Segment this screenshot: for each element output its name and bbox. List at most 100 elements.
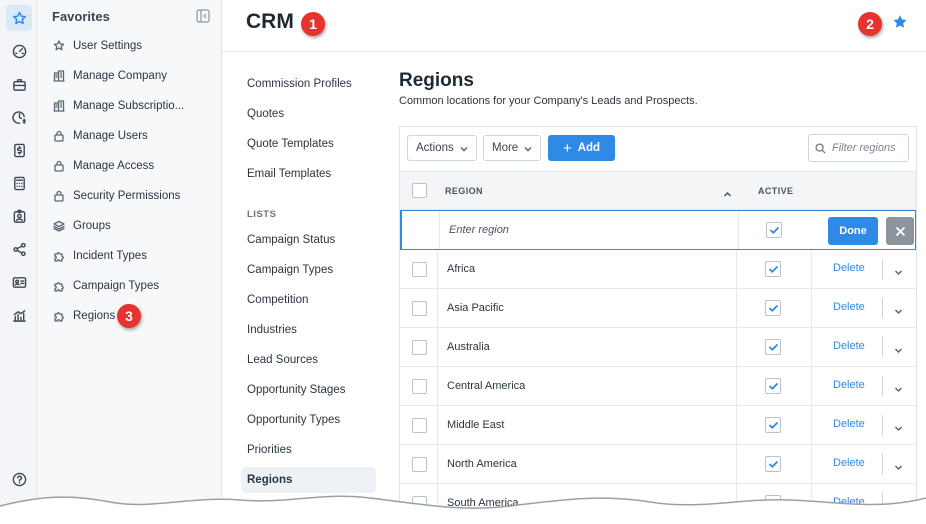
puzzle-icon (52, 250, 65, 263)
dollar-doc-icon[interactable] (6, 137, 32, 163)
id-badge-icon[interactable] (6, 203, 32, 229)
chevron-down-icon[interactable] (894, 303, 903, 315)
nav-item-commission-profiles[interactable]: Commission Profiles (241, 71, 376, 97)
favorite-item-manage-users[interactable]: Manage Users (52, 126, 148, 146)
active-checkbox[interactable] (765, 456, 781, 472)
region-name-cell[interactable]: Middle East (437, 406, 737, 444)
favorite-item-manage-access[interactable]: Manage Access (52, 156, 154, 176)
nav-item-quotes[interactable]: Quotes (241, 101, 376, 127)
analytics-icon[interactable] (6, 302, 32, 328)
nav-section-heading: LISTS (247, 209, 277, 220)
favorite-item-incident-types[interactable]: Incident Types (52, 246, 147, 266)
lock-icon (52, 160, 65, 173)
row-select-checkbox[interactable] (412, 340, 427, 355)
content-subtitle: Common locations for your Company's Lead… (399, 95, 698, 107)
delete-link[interactable]: Delete (833, 379, 865, 391)
nav-item-competition[interactable]: Competition (241, 287, 376, 313)
chevron-down-icon[interactable] (894, 342, 903, 354)
region-name-cell[interactable]: Central America (437, 367, 737, 405)
table-row[interactable]: Australia Delete (400, 328, 916, 367)
nav-item-campaign-types[interactable]: Campaign Types (241, 257, 376, 283)
share-icon[interactable] (6, 236, 32, 262)
nav-item-email-templates[interactable]: Email Templates (241, 161, 376, 187)
briefcase-icon[interactable] (6, 71, 32, 97)
region-name-cell[interactable]: Australia (437, 328, 737, 366)
select-all-checkbox[interactable] (412, 183, 427, 198)
table-row[interactable]: Asia Pacific Delete (400, 289, 916, 328)
nav-item-quote-templates[interactable]: Quote Templates (241, 131, 376, 157)
grid-toolbar: Actions More + Add Filter regions (400, 127, 916, 171)
active-checkbox[interactable] (765, 339, 781, 355)
contact-card-icon[interactable] (6, 269, 32, 295)
sort-ascending-icon[interactable] (723, 186, 732, 197)
active-checkbox[interactable] (765, 417, 781, 433)
delete-link[interactable]: Delete (833, 457, 865, 469)
table-row[interactable]: Middle East Delete (400, 406, 916, 445)
close-icon (895, 226, 905, 236)
region-name-cell[interactable]: North America (437, 445, 737, 483)
favorite-item-manage-subscription[interactable]: Manage Subscriptio... (52, 96, 184, 116)
favorite-item-groups[interactable]: Groups (52, 216, 111, 236)
favorite-item-campaign-types[interactable]: Campaign Types (52, 276, 159, 296)
row-select-checkbox[interactable] (412, 301, 427, 316)
star-icon[interactable] (6, 5, 32, 31)
active-checkbox[interactable] (765, 261, 781, 277)
add-label: Add (577, 142, 601, 154)
row-select-checkbox[interactable] (412, 457, 427, 472)
cancel-edit-button[interactable] (886, 217, 914, 245)
row-select-checkbox[interactable] (412, 262, 427, 277)
favorite-item-label: Manage Company (73, 70, 167, 82)
action-separator (882, 298, 883, 318)
nav-item-priorities[interactable]: Priorities (241, 437, 376, 463)
add-button[interactable]: + Add (548, 135, 615, 161)
favorite-star-icon[interactable] (892, 14, 908, 30)
nav-item-lead-sources[interactable]: Lead Sources (241, 347, 376, 373)
delete-link[interactable]: Delete (833, 418, 865, 430)
delete-link[interactable]: Delete (833, 262, 865, 274)
dashboard-icon[interactable] (6, 38, 32, 64)
chevron-down-icon[interactable] (894, 264, 903, 276)
region-name-cell[interactable]: Africa (437, 250, 737, 288)
plus-icon: + (562, 139, 572, 157)
chevron-down-icon[interactable] (894, 381, 903, 393)
delete-link[interactable]: Delete (833, 301, 865, 313)
row-select-checkbox[interactable] (412, 379, 427, 394)
callout-marker: 3 (117, 304, 141, 328)
nav-item-opportunity-types[interactable]: Opportunity Types (241, 407, 376, 433)
nav-item-industries[interactable]: Industries (241, 317, 376, 343)
table-row[interactable]: Africa Delete (400, 250, 916, 289)
table-row[interactable]: North America Delete (400, 445, 916, 484)
nav-item-campaign-status[interactable]: Campaign Status (241, 227, 376, 253)
favorite-item-regions[interactable]: Regions (52, 306, 115, 326)
active-checkbox[interactable] (766, 222, 782, 238)
chevron-down-icon[interactable] (894, 420, 903, 432)
more-dropdown[interactable]: More (483, 135, 542, 161)
chevron-down-icon[interactable] (894, 459, 903, 471)
callout-marker: 2 (858, 12, 882, 36)
column-header-active[interactable]: ACTIVE (758, 186, 793, 196)
filter-regions-input[interactable]: Filter regions (808, 134, 909, 162)
region-name-cell[interactable]: Asia Pacific (437, 289, 737, 327)
favorite-item-manage-company[interactable]: Manage Company (52, 66, 167, 86)
column-header-region[interactable]: REGION (445, 186, 483, 196)
table-row[interactable]: Central America Delete (400, 367, 916, 406)
delete-link[interactable]: Delete (833, 340, 865, 352)
clock-dollar-icon[interactable] (6, 104, 32, 130)
calculator-icon[interactable] (6, 170, 32, 196)
nav-item-opportunity-stages[interactable]: Opportunity Stages (241, 377, 376, 403)
chevron-down-icon (460, 144, 468, 152)
enter-region-input[interactable]: Enter region (439, 211, 739, 249)
active-checkbox[interactable] (765, 378, 781, 394)
favorite-item-user-settings[interactable]: User Settings (52, 36, 142, 56)
checkmark-icon (768, 304, 778, 312)
puzzle-icon (52, 310, 65, 323)
favorite-item-label: Manage Users (73, 130, 148, 142)
favorite-item-label: Groups (73, 220, 111, 232)
active-checkbox[interactable] (765, 300, 781, 316)
favorite-item-security-permissions[interactable]: Security Permissions (52, 186, 180, 206)
done-button[interactable]: Done (828, 217, 878, 245)
row-select-checkbox[interactable] (412, 418, 427, 433)
collapse-panel-icon[interactable] (196, 9, 210, 23)
new-region-row: Enter region Done (400, 210, 916, 250)
actions-dropdown[interactable]: Actions (407, 135, 477, 161)
